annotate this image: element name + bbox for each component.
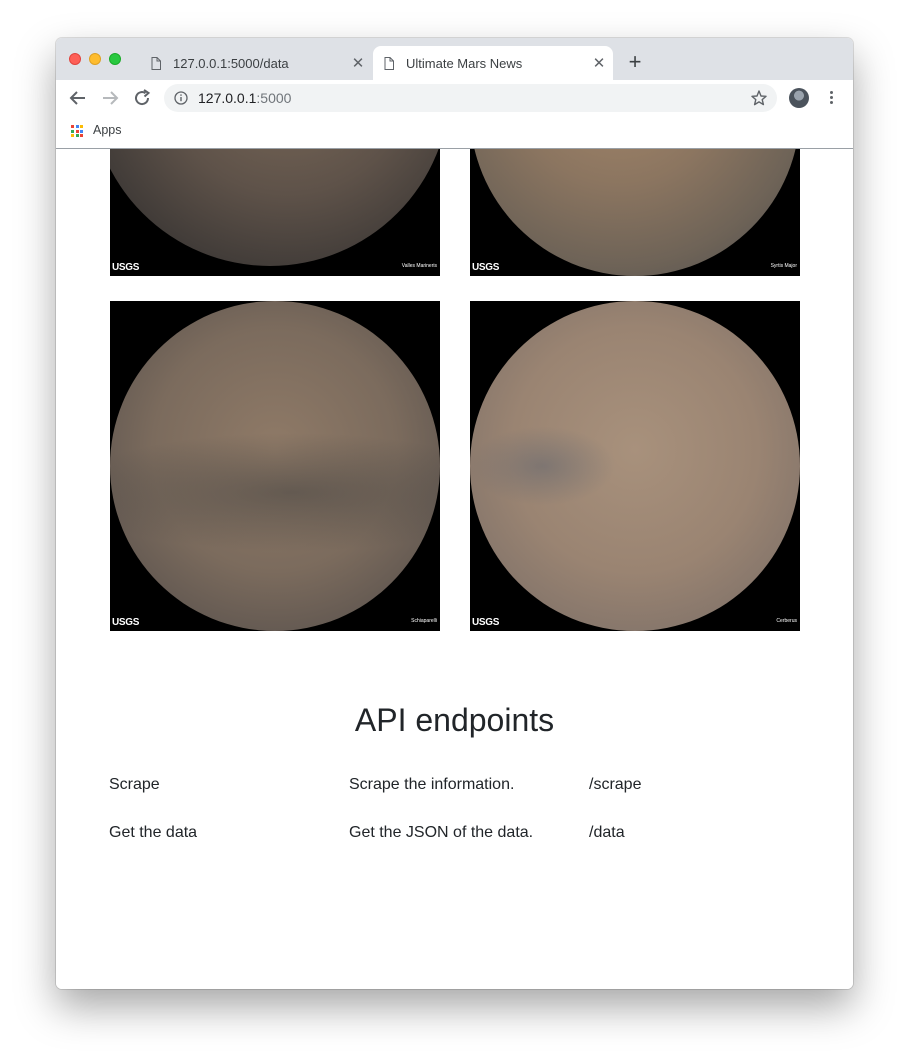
usgs-logo: USGS	[112, 617, 140, 628]
tab-strip: 127.0.0.1:5000/data ✕ Ultimate Mars News…	[56, 38, 853, 80]
info-icon[interactable]	[174, 91, 188, 105]
bookmark-star-icon[interactable]	[750, 89, 768, 107]
close-window-button[interactable]	[69, 53, 81, 65]
usgs-logo: USGS	[472, 617, 500, 628]
back-arrow-icon[interactable]	[66, 86, 90, 110]
endpoint-name: Scrape	[109, 776, 160, 793]
browser-window: 127.0.0.1:5000/data ✕ Ultimate Mars News…	[56, 38, 853, 989]
tab-title: 127.0.0.1:5000/data	[173, 55, 289, 71]
forward-arrow-icon[interactable]	[98, 86, 122, 110]
endpoint-name: Get the data	[109, 824, 198, 841]
hemisphere-name: Valles Marineris	[401, 263, 437, 269]
apps-grid-icon[interactable]	[71, 125, 83, 137]
close-tab-icon[interactable]: ✕	[589, 54, 609, 72]
hemisphere-name: Schiaparelli	[411, 618, 437, 624]
profile-avatar[interactable]	[789, 88, 809, 108]
more-menu-icon[interactable]	[826, 89, 836, 107]
hemisphere-name: Cerberus	[776, 618, 797, 624]
endpoint-description: Get the JSON of the data.	[349, 824, 534, 841]
url-port: :5000	[256, 90, 292, 106]
hemisphere-image-cerberus: USGS Cerberus	[470, 301, 800, 631]
tab-data[interactable]: 127.0.0.1:5000/data ✕	[140, 46, 372, 80]
bookmarks-bar: Apps	[56, 116, 853, 149]
hemisphere-image-schiaparelli: USGS Schiaparelli	[110, 301, 440, 631]
hemisphere-name: Syrtis Major	[770, 263, 797, 269]
document-icon	[151, 56, 161, 70]
document-icon	[384, 56, 394, 70]
page-content: USGS Valles Marineris USGS Syrtis Major …	[56, 149, 853, 989]
minimize-window-button[interactable]	[89, 53, 101, 65]
toolbar: 127.0.0.1:5000	[56, 80, 853, 116]
tab-ultimate-mars-news[interactable]: Ultimate Mars News ✕	[373, 46, 613, 80]
endpoint-route: /scrape	[589, 776, 642, 793]
hemisphere-image-valles-marineris: USGS Valles Marineris	[110, 149, 440, 276]
zoom-window-button[interactable]	[109, 53, 121, 65]
usgs-logo: USGS	[112, 262, 140, 273]
apps-bookmark[interactable]: Apps	[93, 123, 122, 137]
tab-title: Ultimate Mars News	[406, 55, 523, 71]
reload-icon[interactable]	[130, 86, 154, 110]
api-endpoints-heading: API endpoints	[354, 702, 555, 738]
address-bar[interactable]: 127.0.0.1:5000	[164, 84, 777, 112]
usgs-logo: USGS	[472, 262, 500, 273]
url-text: 127.0.0.1:5000	[198, 90, 291, 106]
close-tab-icon[interactable]: ✕	[348, 54, 368, 72]
hemisphere-image-syrtis-major: USGS Syrtis Major	[470, 149, 800, 276]
new-tab-button[interactable]: +	[624, 51, 646, 74]
endpoint-route: /data	[589, 824, 625, 841]
url-host: 127.0.0.1	[198, 90, 257, 106]
endpoint-description: Scrape the information.	[349, 776, 515, 793]
